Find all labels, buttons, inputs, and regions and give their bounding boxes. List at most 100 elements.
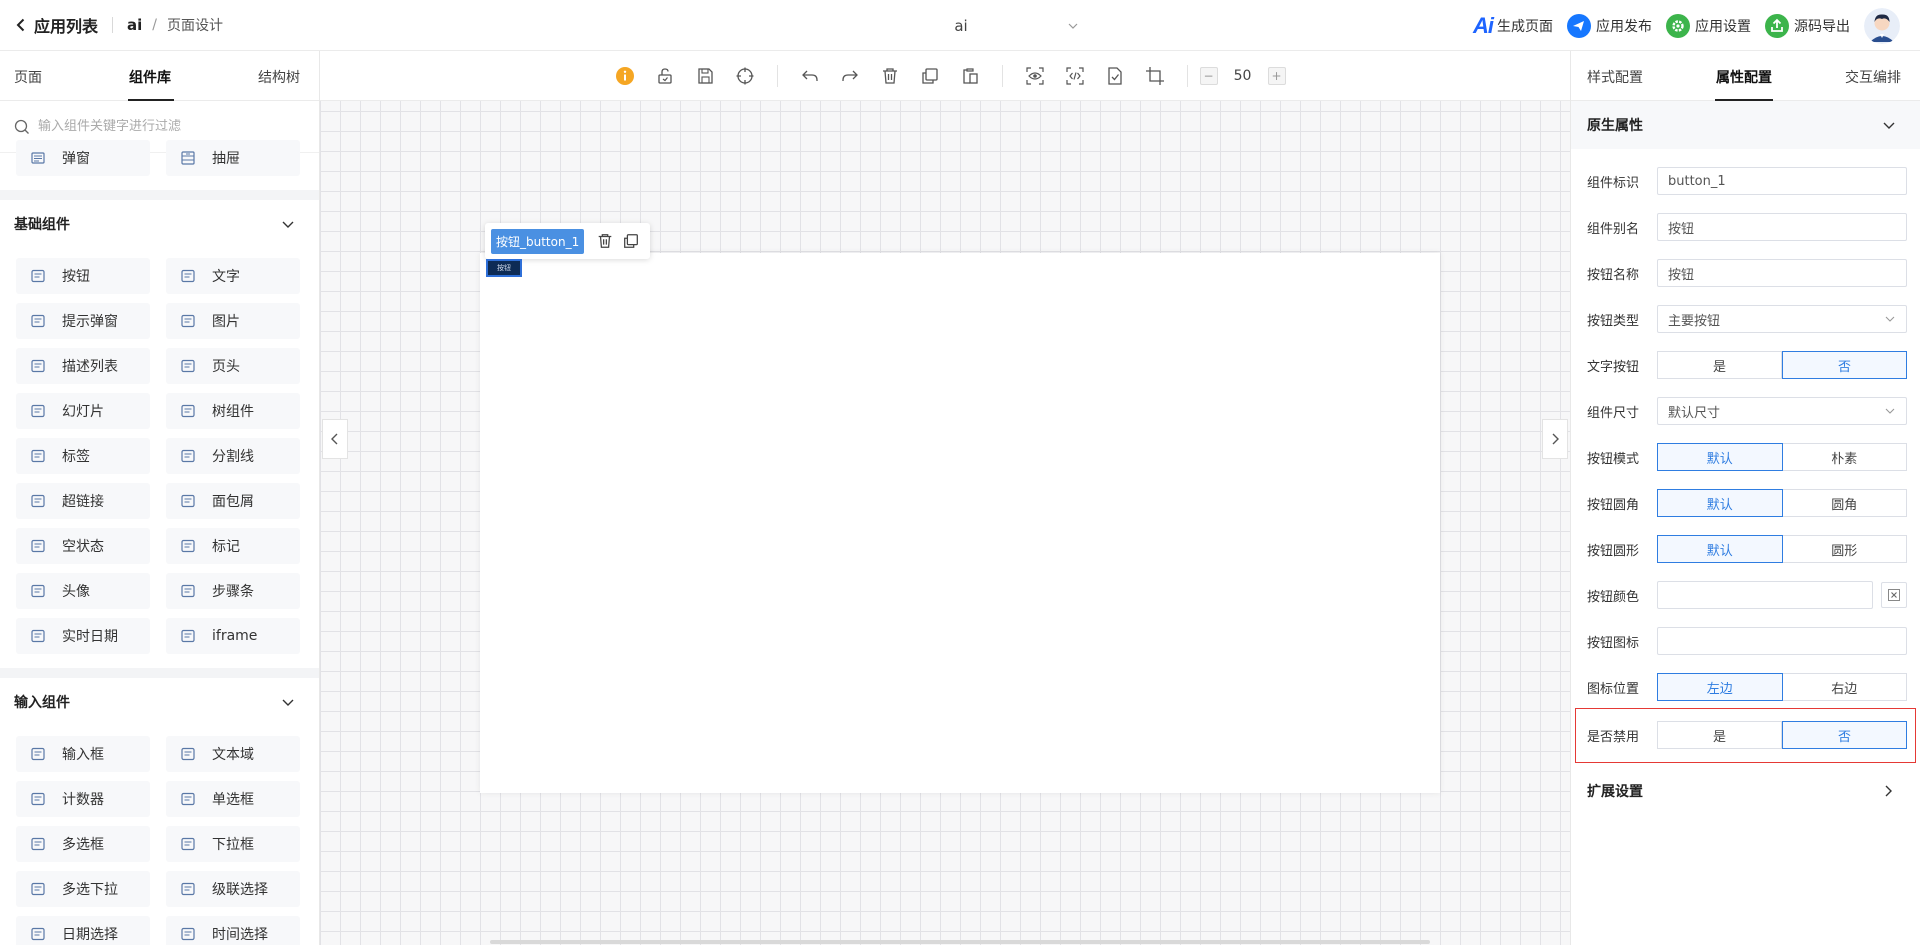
button-mode-plain[interactable]: 朴素 (1782, 443, 1907, 471)
component-size-select[interactable]: 默认尺寸 (1657, 397, 1907, 425)
save-button[interactable] (694, 65, 716, 87)
frame-button[interactable] (1144, 65, 1166, 87)
paste-button[interactable] (959, 65, 981, 87)
generate-page-button[interactable]: Ai 生成页面 (1473, 13, 1553, 39)
tab-property-config[interactable]: 属性配置 (1716, 67, 1772, 87)
info-button[interactable] (614, 65, 636, 87)
component-empty[interactable]: 空状态 (16, 528, 150, 564)
undo-button[interactable] (799, 65, 821, 87)
trash-icon[interactable] (596, 232, 614, 250)
component-search-input[interactable] (38, 119, 298, 134)
button-icon-input[interactable] (1657, 627, 1907, 655)
tab-structure-tree[interactable]: 结构树 (258, 67, 300, 87)
image-icon (181, 314, 195, 328)
collapse-left-panel-button[interactable] (322, 419, 348, 459)
component-iframe[interactable]: iframe (166, 618, 300, 654)
prop-label: 按钮图标 (1587, 635, 1640, 651)
collapse-right-panel-button[interactable] (1542, 419, 1568, 459)
user-avatar[interactable] (1864, 7, 1900, 44)
tab-pages[interactable]: 页面 (14, 67, 42, 87)
copy-button[interactable] (919, 65, 941, 87)
locate-button[interactable] (734, 65, 756, 87)
component-select[interactable]: 下拉框 (166, 826, 300, 862)
button-mode-default[interactable]: 默认 (1657, 443, 1783, 471)
component-counter[interactable]: 计数器 (16, 781, 150, 817)
component-input[interactable]: 输入框 (16, 736, 150, 772)
component-multi-select[interactable]: 多选下拉 (16, 871, 150, 907)
back-to-app-list-button[interactable]: 应用列表 (14, 13, 98, 37)
component-calendar[interactable]: 实时日期 (16, 618, 150, 654)
component-page-header[interactable]: 页头 (166, 348, 300, 384)
button-circle-default[interactable]: 默认 (1657, 535, 1783, 563)
eye-scan-icon (1025, 66, 1044, 85)
text-button-no[interactable]: 否 (1782, 351, 1907, 379)
component-link[interactable]: 超链接 (16, 483, 150, 519)
component-carousel[interactable]: 幻灯片 (16, 393, 150, 429)
tab-style-config[interactable]: 样式配置 (1587, 67, 1643, 87)
component-description-list[interactable]: 描述列表 (16, 348, 150, 384)
button-circle-circle[interactable]: 圆形 (1782, 535, 1907, 563)
component-avatar[interactable]: 头像 (16, 573, 150, 609)
component-date-picker[interactable]: 日期选择 (16, 916, 150, 945)
zoom-out-button[interactable]: − (1199, 66, 1218, 85)
native-props-header[interactable]: 原生属性 (1571, 101, 1920, 149)
component-drawer[interactable]: 抽屉 (166, 140, 300, 176)
native-props-title: 原生属性 (1587, 118, 1643, 134)
button-color-input[interactable] (1657, 581, 1873, 609)
check-file-button[interactable] (1104, 65, 1126, 87)
component-divider[interactable]: 分割线 (166, 438, 300, 474)
prop-label: 按钮颜色 (1587, 589, 1640, 605)
component-steps[interactable]: 步骤条 (166, 573, 300, 609)
canvas-horizontal-scrollbar[interactable] (490, 940, 1430, 944)
color-picker-button[interactable] (1881, 582, 1907, 608)
publish-app-button[interactable]: 应用发布 (1567, 13, 1652, 38)
breadcrumb-app[interactable]: ai (127, 16, 142, 34)
component-image[interactable]: 图片 (166, 303, 300, 339)
back-label: 应用列表 (34, 17, 99, 36)
export-source-button[interactable]: 源码导出 (1765, 13, 1850, 38)
button-type-select[interactable]: 主要按钮 (1657, 305, 1907, 333)
component-id-input[interactable]: button_1 (1657, 167, 1907, 195)
selected-component-tag[interactable]: 按钮_button_1 (491, 228, 585, 254)
icon-position-left[interactable]: 左边 (1657, 673, 1783, 701)
component-pin[interactable]: 标记 (166, 528, 300, 564)
component-tree[interactable]: 树组件 (166, 393, 300, 429)
button-round-default[interactable]: 默认 (1657, 489, 1783, 517)
page-artboard[interactable] (480, 253, 1440, 793)
redo-button[interactable] (839, 65, 861, 87)
unlock-button[interactable] (654, 65, 676, 87)
extension-settings-header[interactable]: 扩展设置 (1571, 767, 1919, 815)
component-tag[interactable]: 标签 (16, 438, 150, 474)
code-button[interactable] (1064, 65, 1086, 87)
app-settings-button[interactable]: 应用设置 (1666, 13, 1751, 38)
disabled-yes[interactable]: 是 (1657, 721, 1782, 749)
icon-position-right[interactable]: 右边 (1782, 673, 1907, 701)
component-time-picker[interactable]: 时间选择 (166, 916, 300, 945)
disabled-no[interactable]: 否 (1782, 721, 1907, 749)
preview-button[interactable] (1024, 65, 1046, 87)
button-name-input[interactable]: 按钮 (1657, 259, 1907, 287)
component-button[interactable]: 按钮 (16, 258, 150, 294)
component-cascader[interactable]: 级联选择 (166, 871, 300, 907)
component-radio[interactable]: 单选框 (166, 781, 300, 817)
page-select-dropdown[interactable]: ai (820, 0, 1120, 51)
component-alert-dialog[interactable]: 提示弹窗 (16, 303, 150, 339)
tab-interaction-config[interactable]: 交互编排 (1845, 67, 1901, 87)
zoom-in-button[interactable]: + (1267, 66, 1286, 85)
component-breadcrumb[interactable]: 面包屑 (166, 483, 300, 519)
component-textarea[interactable]: 文本域 (166, 736, 300, 772)
button-round-rounded[interactable]: 圆角 (1782, 489, 1907, 517)
component-checkbox[interactable]: 多选框 (16, 826, 150, 862)
basic-components-header[interactable]: 基础组件 (0, 200, 319, 248)
tab-component-library[interactable]: 组件库 (129, 67, 171, 87)
input-components-header[interactable]: 输入组件 (0, 678, 319, 726)
canvas-button-component[interactable]: 按钮 (486, 259, 522, 277)
text-button-yes[interactable]: 是 (1657, 351, 1782, 379)
component-text[interactable]: 文字 (166, 258, 300, 294)
delete-button[interactable] (879, 65, 901, 87)
copy-icon[interactable] (622, 232, 640, 250)
design-canvas[interactable]: − 50 + 按钮_button_1 按钮 (320, 51, 1570, 945)
crop-frame-icon (1145, 66, 1164, 85)
component-alias-input[interactable]: 按钮 (1657, 213, 1907, 241)
component-dialog[interactable]: 弹窗 (16, 140, 150, 176)
